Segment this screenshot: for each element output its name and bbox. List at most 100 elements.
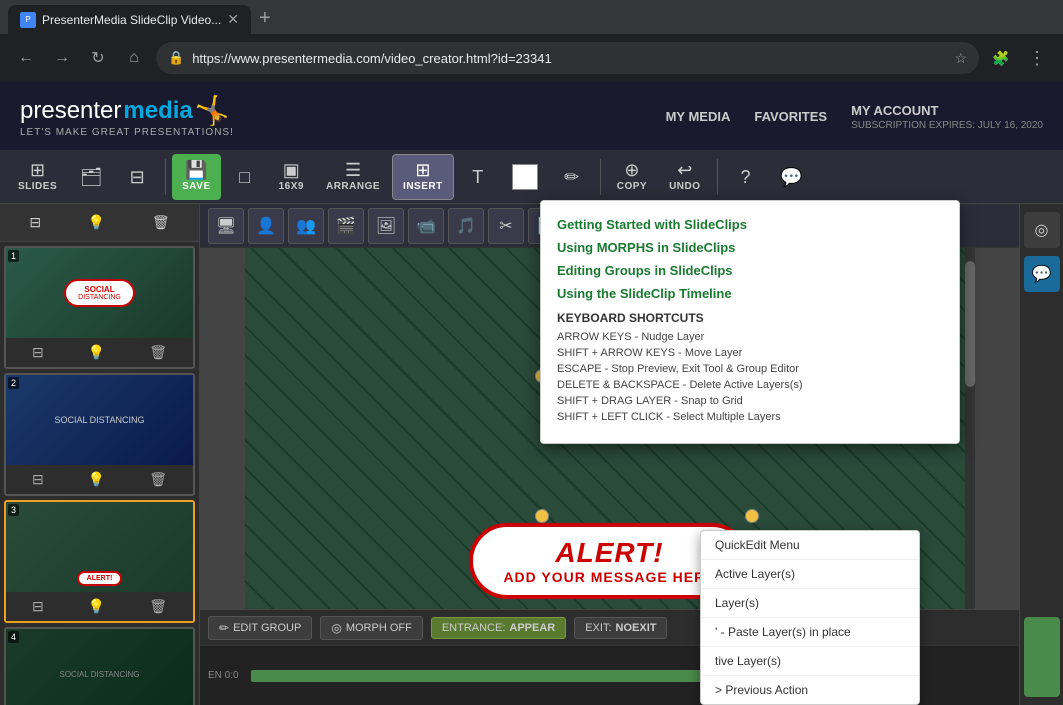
- sub-dropdown-item-0[interactable]: QuickEdit Menu: [701, 531, 919, 560]
- reload-button[interactable]: ↻: [84, 44, 112, 72]
- home-button[interactable]: ⌂: [120, 44, 148, 72]
- sub-dropdown-item-5[interactable]: > Previous Action: [701, 676, 919, 704]
- back-button[interactable]: ←: [12, 44, 40, 72]
- sub-dropdown-item-1[interactable]: Active Layer(s): [701, 560, 919, 589]
- slide-thumb-3[interactable]: ALERT! 3 ⊟ 💡 🗑: [4, 500, 195, 623]
- sidebar-toggle-btn[interactable]: ⊟: [21, 210, 49, 235]
- tab-favicon: P: [20, 12, 36, 28]
- slide3-ctrl-2[interactable]: 💡: [82, 596, 111, 617]
- slide2-ctrl-1[interactable]: ⊟: [26, 469, 50, 490]
- logo-mascot: 🤸: [195, 94, 230, 127]
- header-nav-account: MY ACCOUNT SUBSCRIPTION EXPIRES: JULY 16…: [851, 102, 1043, 131]
- undo-button[interactable]: ↩ UNDO: [659, 154, 710, 200]
- ratio-label: 16X9: [279, 181, 304, 192]
- tb2-person2-btn[interactable]: 👥: [288, 208, 324, 244]
- slides-button[interactable]: ⊞ SLIDES: [8, 154, 67, 200]
- logo-media: media: [123, 97, 192, 125]
- insert-button[interactable]: ⊞ INSERT: [392, 154, 454, 200]
- keyboard-shortcuts-title: KEYBOARD SHORTCUTS: [557, 311, 943, 325]
- layers-button[interactable]: 🗂: [69, 154, 113, 200]
- slide2-ctrl-2[interactable]: 💡: [82, 469, 111, 490]
- tb2-tools-btn[interactable]: ✂: [488, 208, 524, 244]
- slide3-ctrl-1[interactable]: ⊟: [26, 596, 50, 617]
- toolbar-sep-2: [600, 159, 601, 195]
- grid-button[interactable]: ⊟: [115, 154, 159, 200]
- forward-button[interactable]: →: [48, 44, 76, 72]
- header-nav-favorites[interactable]: FAVORITES: [754, 109, 827, 124]
- text-button[interactable]: T: [456, 154, 500, 200]
- save-button[interactable]: 💾 SAVE: [172, 154, 221, 200]
- copy-button[interactable]: ⊕ COPY: [607, 154, 657, 200]
- sub-dropdown-item-4[interactable]: tive Layer(s): [701, 647, 919, 676]
- arrange-button[interactable]: ☰ ARRANGE: [316, 154, 390, 200]
- slide2-ctrl-3[interactable]: 🗑: [143, 469, 173, 490]
- tb2-video-btn[interactable]: 📹: [408, 208, 444, 244]
- extensions-button[interactable]: 🧩: [987, 44, 1015, 72]
- sub-dropdown-item-3[interactable]: ' - Paste Layer(s) in place: [701, 618, 919, 647]
- help-dropdown: Getting Started with SlideClips Using MO…: [540, 200, 960, 444]
- help-link-2[interactable]: Editing Groups in SlideClips: [557, 263, 943, 278]
- tb2-image-btn[interactable]: 🖼: [368, 208, 404, 244]
- chat-button[interactable]: 💬: [770, 154, 814, 200]
- sub-dropdown-item-2[interactable]: Layer(s): [701, 589, 919, 618]
- chat-bubble-icon: 💬: [1032, 264, 1052, 284]
- slide-thumb-2[interactable]: SOCIAL DISTANCING 2 ⊟ 💡 🗑: [4, 373, 195, 496]
- tab-close[interactable]: ✕: [227, 11, 239, 28]
- slides-label: SLIDES: [18, 181, 57, 192]
- insert-icon: ⊞: [415, 161, 430, 179]
- help-link-3[interactable]: Using the SlideClip Timeline: [557, 286, 943, 301]
- scroll-thumb-vertical[interactable]: [965, 261, 975, 387]
- tab-bar: P PresenterMedia SlideClip Video... ✕ +: [0, 0, 1063, 34]
- header-nav: MY MEDIA FAVORITES MY ACCOUNT SUBSCRIPTI…: [666, 102, 1043, 131]
- entrance-button[interactable]: ENTRANCE: APPEAR: [431, 617, 566, 639]
- grid-icon: ⊟: [130, 168, 145, 186]
- header-nav-my-media[interactable]: MY MEDIA: [666, 109, 731, 124]
- edit-group-button[interactable]: ✏ EDIT GROUP: [208, 616, 312, 640]
- right-panel-chat-btn[interactable]: 💬: [1024, 256, 1060, 292]
- exit-value: NOEXIT: [616, 622, 657, 634]
- arrange-icon: ☰: [345, 161, 361, 179]
- shortcut-4: SHIFT + DRAG LAYER - Snap to Grid: [557, 395, 943, 407]
- tb2-person-btn[interactable]: 👤: [248, 208, 284, 244]
- toolbar-sep-1: [165, 159, 166, 195]
- slide1-ctrl-2[interactable]: 💡: [82, 342, 111, 363]
- help-link-0[interactable]: Getting Started with SlideClips: [557, 217, 943, 232]
- ratio-button[interactable]: ▣ 16X9: [269, 154, 314, 200]
- color-button[interactable]: [502, 154, 548, 200]
- browser-chrome: P PresenterMedia SlideClip Video... ✕ + …: [0, 0, 1063, 82]
- timeline-bar[interactable]: [251, 670, 751, 682]
- arrange-label: ARRANGE: [326, 181, 380, 192]
- right-panel-btn-1[interactable]: ◎: [1024, 212, 1060, 248]
- paint-button[interactable]: ✏: [550, 154, 594, 200]
- tb2-music-btn[interactable]: 🎵: [448, 208, 484, 244]
- slide-thumb-1[interactable]: SOCIAL DISTANCING 1 ⊟ 💡 🗑: [4, 246, 195, 369]
- new-tab-button[interactable]: +: [251, 3, 279, 34]
- morph-icon: ◎: [331, 621, 341, 635]
- ratio-icon: ▣: [283, 161, 300, 179]
- scroll-bar-vertical: [965, 248, 975, 609]
- tb2-monitor-btn[interactable]: 🖥: [208, 208, 244, 244]
- shortcut-5: SHIFT + LEFT CLICK - Select Multiple Lay…: [557, 411, 943, 423]
- sidebar-trash-btn[interactable]: 🗑: [144, 210, 178, 235]
- app-header: presenter media 🤸 LET'S MAKE GREAT PRESE…: [0, 82, 1063, 150]
- logo-tagline: LET'S MAKE GREAT PRESENTATIONS!: [20, 127, 234, 138]
- exit-button[interactable]: EXIT: NOEXIT: [574, 617, 667, 639]
- active-tab[interactable]: P PresenterMedia SlideClip Video... ✕: [8, 5, 251, 34]
- slide-thumb-4[interactable]: SOCIAL DISTANCING 4 ⊟ 💡 🗑: [4, 627, 195, 705]
- slide1-ctrl-1[interactable]: ⊟: [26, 342, 50, 363]
- help-link-1[interactable]: Using MORPHS in SlideClips: [557, 240, 943, 255]
- morph-off-button[interactable]: ◎ MORPH OFF: [320, 616, 422, 640]
- tb2-film-btn[interactable]: 🎬: [328, 208, 364, 244]
- right-panel-icon-1: ◎: [1035, 220, 1049, 240]
- slide1-ctrl-3[interactable]: 🗑: [143, 342, 173, 363]
- help-button[interactable]: ?: [724, 154, 768, 200]
- insert-label: INSERT: [403, 181, 443, 192]
- url-box[interactable]: 🔒 https://www.presentermedia.com/video_c…: [156, 42, 979, 74]
- toolbar-sep-3: [717, 159, 718, 195]
- more-menu-button[interactable]: ⋮: [1023, 44, 1051, 72]
- slide3-ctrl-3[interactable]: 🗑: [143, 596, 173, 617]
- new-slide-button[interactable]: □: [223, 154, 267, 200]
- bookmark-star-icon[interactable]: ☆: [954, 50, 967, 67]
- color-swatch: [512, 164, 538, 190]
- sidebar-bulb-btn[interactable]: 💡: [80, 210, 113, 235]
